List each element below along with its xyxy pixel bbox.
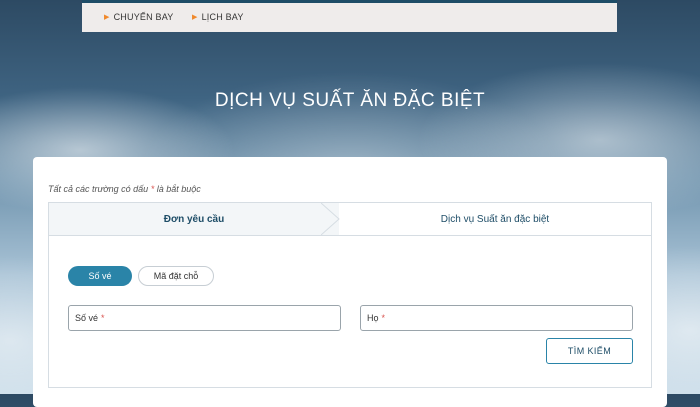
ticket-number-field[interactable]: Số vé * bbox=[68, 305, 341, 331]
toggle-ticket-number[interactable]: Số vé bbox=[68, 266, 132, 286]
form-panel: Dịch vụ Suất ăn đặc biệt Đơn yêu cầu Số … bbox=[48, 202, 652, 388]
form-card: Tất cả các trường có dấu * là bắt buộc D… bbox=[33, 157, 667, 407]
step-label: Dịch vụ Suất ăn đặc biệt bbox=[440, 213, 550, 225]
toggle-booking-code[interactable]: Mã đặt chỗ bbox=[138, 266, 214, 286]
required-fields-note: Tất cả các trường có dấu * là bắt buộc bbox=[48, 184, 201, 194]
nav-arrow-icon: ▶ bbox=[104, 14, 110, 21]
step-indicator: Dịch vụ Suất ăn đặc biệt Đơn yêu cầu bbox=[49, 203, 651, 236]
nav-item-label: CHUYẾN BAY bbox=[113, 12, 174, 22]
required-star: * bbox=[150, 184, 155, 194]
step-request: Đơn yêu cầu bbox=[49, 203, 339, 235]
nav-item-flights[interactable]: ▶ CHUYẾN BAY bbox=[104, 12, 173, 22]
nav-item-schedule[interactable]: ▶ LỊCH BAY bbox=[192, 12, 244, 22]
nav-arrow-icon: ▶ bbox=[192, 14, 198, 21]
step-special-meal: Dịch vụ Suất ăn đặc biệt bbox=[339, 203, 651, 235]
required-star: * bbox=[381, 313, 386, 323]
required-note-prefix: Tất cả các trường có dấu bbox=[48, 184, 149, 194]
surname-field[interactable]: Họ * bbox=[360, 305, 633, 331]
step-label: Đơn yêu cầu bbox=[163, 213, 225, 225]
page-title: DỊCH VỤ SUẤT ĂN ĐẶC BIỆT bbox=[214, 90, 486, 111]
field-label: Số vé bbox=[75, 313, 99, 323]
required-star: * bbox=[101, 313, 105, 323]
search-button[interactable]: TÌM KIẾM bbox=[546, 338, 633, 364]
field-label: Họ bbox=[367, 313, 379, 323]
step-chevron-icon bbox=[321, 203, 340, 235]
required-note-suffix: là bắt buộc bbox=[156, 184, 201, 194]
nav-item-label: LỊCH BAY bbox=[201, 12, 244, 22]
top-nav-bar: ▶ CHUYẾN BAY ▶ LỊCH BAY bbox=[82, 0, 617, 32]
